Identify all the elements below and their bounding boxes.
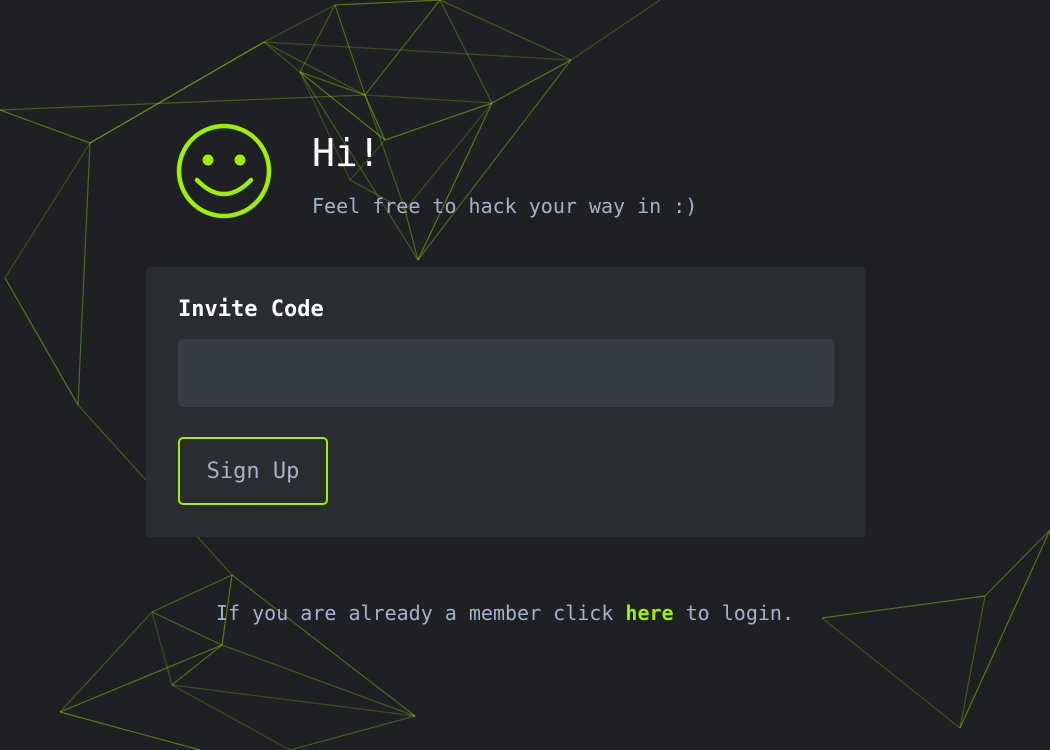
login-link[interactable]: here [625,601,673,625]
greeting-title: Hi! [312,131,381,175]
sign-up-button[interactable]: Sign Up [178,437,328,505]
login-prompt: If you are already a member click here t… [0,598,1010,628]
login-prompt-suffix: to login. [673,601,794,625]
invite-code-input[interactable] [178,339,834,407]
greeting-subtitle: Feel free to hack your way in :) [312,194,698,218]
main-content: Hi! Feel free to hack your way in :) Inv… [0,0,1050,750]
signup-page: Hi! Feel free to hack your way in :) Inv… [0,0,1050,750]
invite-code-label: Invite Code [178,297,324,322]
smiley-face-icon [176,123,272,219]
invite-form-card: Invite Code Sign Up [146,267,866,537]
login-prompt-prefix: If you are already a member click [216,601,626,625]
